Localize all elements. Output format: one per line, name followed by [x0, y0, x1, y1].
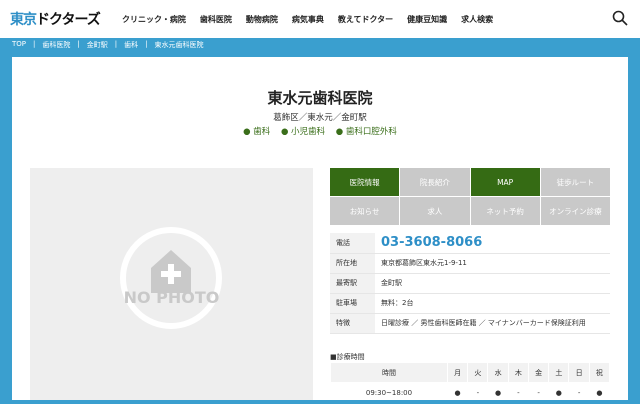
- nav-health-tips[interactable]: 健康豆知識: [407, 14, 447, 25]
- hours-table: 時間月火水木金土日祝 09:30~18:00 ● - ● - - ● - ●: [330, 362, 611, 403]
- nearest-station: 金町駅: [375, 273, 610, 294]
- table-row: 駐車場 無料：2台: [330, 293, 610, 314]
- clinic-location: 葛飾区／東水元／金町駅: [273, 113, 367, 123]
- category[interactable]: ● 歯科: [243, 127, 270, 137]
- tab-online-booking[interactable]: ネット予約: [470, 197, 540, 225]
- hours-header: 土: [548, 362, 570, 383]
- hours-label: ■診療時間: [330, 353, 365, 361]
- tab-news[interactable]: お知らせ: [330, 197, 400, 225]
- clinic-tabs: 医院情報 院長紹介 MAP 徒歩ルート お知らせ 求人 ネット予約 オンライン診…: [330, 168, 610, 225]
- hours-header: 月: [446, 362, 469, 383]
- tab-map[interactable]: MAP: [470, 168, 540, 196]
- crumb-current: 東水元歯科医院: [154, 41, 204, 49]
- info-key: 最寄駅: [330, 273, 375, 294]
- tab-walking-route[interactable]: 徒歩ルート: [540, 168, 610, 196]
- table-row: 最寄駅 金町駅: [330, 273, 610, 294]
- crumb-category[interactable]: 歯科: [124, 40, 138, 50]
- category[interactable]: ● 小児歯科: [281, 127, 325, 137]
- crumb-sep: |: [114, 40, 118, 48]
- info-key: 駐車場: [330, 293, 375, 314]
- table-row: 所在地 東京都葛飾区東水元1-9-11: [330, 253, 610, 274]
- nav-animal[interactable]: 動物病院: [246, 14, 278, 25]
- tab-online-consult[interactable]: オンライン診療: [540, 197, 610, 225]
- nav-dental[interactable]: 歯科医院: [200, 14, 232, 25]
- crumb-sep: |: [145, 40, 148, 48]
- crumb-station[interactable]: 金町駅: [87, 40, 108, 50]
- breadcrumb: TOP | 歯科医院 | 金町駅 | 歯科 | 東水元歯科医院: [12, 40, 203, 50]
- main-nav: クリニック・病院 歯科医院 動物病院 病気事典 教えてドクター 健康豆知識 求人…: [122, 14, 493, 25]
- crumb-sep: |: [77, 40, 80, 48]
- nav-jobs[interactable]: 求人検索: [461, 14, 493, 25]
- table-row: 電話 03-3608-8066: [330, 233, 610, 254]
- info-key: 特徴: [330, 313, 375, 334]
- tab-clinic-info[interactable]: 医院情報: [330, 168, 400, 196]
- hours-header: 水: [487, 362, 509, 383]
- site-header: 東京ドクターズ クリニック・病院 歯科医院 動物病院 病気事典 教えてドクター …: [0, 0, 640, 38]
- tab-director[interactable]: 院長紹介: [400, 168, 470, 196]
- address: 東京都葛飾区東水元1-9-11: [375, 253, 610, 274]
- nav-clinic[interactable]: クリニック・病院: [122, 14, 186, 25]
- clinic-info-table: 電話 03-3608-8066 所在地 東京都葛飾区東水元1-9-11 最寄駅 金町駅…: [330, 233, 610, 334]
- hours-header: 日: [568, 362, 590, 383]
- phone-number[interactable]: 03-3608-8066: [381, 235, 482, 250]
- clinic-name: 東水元歯科医院: [267, 89, 373, 107]
- hours-header: 時間: [330, 362, 448, 383]
- nav-disease[interactable]: 病気事典: [292, 14, 324, 25]
- parking: 無料：2台: [375, 293, 610, 314]
- search-icon[interactable]: [612, 10, 628, 26]
- tab-jobs[interactable]: 求人: [400, 197, 470, 225]
- table-row: 特徴 日曜診療 ／ 男性歯科医師在籍 ／ マイナンバーカード保険証利用: [330, 313, 610, 334]
- hours-header: 木: [507, 362, 529, 383]
- features: 日曜診療 ／ 男性歯科医師在籍 ／ マイナンバーカード保険証利用: [375, 313, 610, 334]
- hours-header: 金: [527, 362, 550, 383]
- hours-header-row: 時間月火水木金土日祝: [330, 362, 611, 383]
- no-photo-label: NO PHOTO: [123, 288, 220, 307]
- main-content: 東水元歯科医院 葛飾区／東水元／金町駅 ● 歯科 ● 小児歯科 ● 歯科口腔外科…: [12, 57, 628, 400]
- clinic-categories: ● 歯科 ● 小児歯科 ● 歯科口腔外科: [12, 125, 628, 137]
- site-logo[interactable]: 東京ドクターズ: [10, 9, 110, 29]
- info-key: 所在地: [330, 253, 375, 274]
- hours-header: 火: [467, 362, 489, 383]
- crumb-dental[interactable]: 歯科医院: [42, 40, 70, 50]
- clinic-photo-placeholder: NO PHOTO: [30, 168, 313, 400]
- info-key: 電話: [330, 233, 375, 254]
- no-photo-icon: [120, 227, 222, 329]
- crumb-top[interactable]: TOP: [12, 40, 26, 50]
- crumb-sep: |: [33, 40, 36, 48]
- nav-ask-doctor[interactable]: 教えてドクター: [338, 14, 393, 25]
- category[interactable]: ● 歯科口腔外科: [336, 127, 397, 137]
- hours-header: 祝: [588, 362, 611, 383]
